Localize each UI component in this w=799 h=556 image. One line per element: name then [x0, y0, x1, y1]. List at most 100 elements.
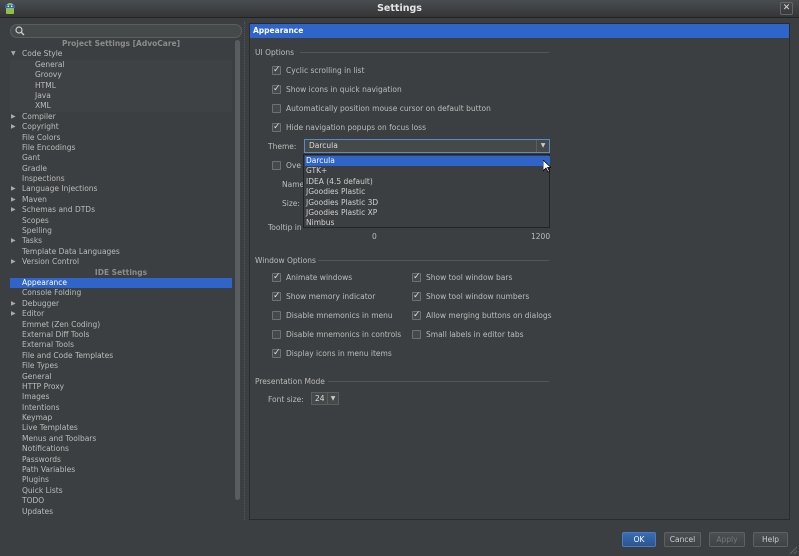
tree-item[interactable]: Template Data Languages [10, 247, 232, 257]
tree-item[interactable]: Notifications [10, 444, 232, 454]
chevron-down-icon[interactable]: ▼ [536, 140, 549, 152]
tree-item-label: Schemas and DTDs [22, 205, 95, 215]
tree-item[interactable]: File and Code Templates [10, 351, 232, 361]
checkbox-box[interactable]: ✓ [272, 84, 281, 94]
tree-item[interactable]: External Tools [10, 340, 232, 350]
expand-right-icon[interactable]: ▶ [11, 184, 16, 194]
presentation-font-size-select[interactable]: 24 ▼ [311, 392, 339, 405]
tree-item-label: Scopes [22, 215, 49, 225]
checkbox-box[interactable]: ✓ [272, 348, 281, 358]
tree-item[interactable]: File Types [10, 361, 232, 371]
theme-option[interactable]: JGoodies Plastic XP [305, 208, 550, 218]
tree-item[interactable]: Java [10, 90, 232, 102]
tree-item[interactable]: Scopes [10, 216, 232, 226]
tree-item[interactable]: HTML [10, 80, 232, 91]
chevron-down-icon[interactable]: ▼ [327, 393, 338, 404]
tree-item[interactable]: Passwords [10, 455, 232, 465]
expand-down-icon[interactable]: ▼ [11, 49, 16, 59]
checkbox-label: Show tool window numbers [426, 292, 530, 301]
tree-item[interactable]: Spelling [10, 226, 232, 236]
expand-right-icon[interactable]: ▶ [11, 195, 16, 205]
theme-option[interactable]: IDEA (4.5 default) [305, 177, 550, 187]
panel-splitter[interactable] [244, 22, 247, 520]
help-button[interactable]: Help [753, 532, 788, 547]
tree-item[interactable]: External Diff Tools [10, 330, 232, 340]
divider [328, 381, 549, 382]
close-button[interactable]: ✕ [780, 2, 793, 15]
expand-right-icon[interactable]: ▶ [11, 257, 16, 267]
tree-item[interactable]: ▶ Compiler [10, 112, 232, 122]
checkbox-box[interactable]: ✓ [272, 272, 281, 282]
expand-right-icon[interactable]: ▶ [11, 309, 16, 319]
tree-item[interactable]: Groovy [10, 70, 232, 81]
checkbox-label: Disable mnemonics in controls [286, 330, 402, 339]
checkbox-box[interactable] [412, 330, 421, 339]
tree-item[interactable]: Updates [10, 507, 232, 517]
checkbox-box[interactable] [272, 330, 281, 339]
checkbox-label: Show tool window bars [426, 273, 513, 282]
cancel-button[interactable]: Cancel [664, 532, 701, 547]
tree-item[interactable]: Quick Lists [10, 486, 232, 496]
tree-item[interactable]: General [10, 59, 232, 71]
theme-option[interactable]: JGoodies Plastic 3D [305, 198, 550, 208]
theme-value: Darcula [309, 141, 338, 150]
expand-right-icon[interactable]: ▶ [11, 205, 16, 215]
tree-item[interactable]: Intentions [10, 403, 232, 413]
tree-item[interactable]: ▶ Editor [10, 309, 232, 319]
tree-item[interactable]: Plugins [10, 475, 232, 485]
checkbox-box[interactable] [272, 311, 281, 320]
tree-item[interactable]: TODO [10, 496, 232, 506]
tree-item[interactable]: Gradle [10, 164, 232, 174]
theme-option[interactable]: Nimbus [305, 218, 550, 228]
tree-item[interactable]: Console Folding [10, 288, 232, 298]
tree-item[interactable]: HTTP Proxy [10, 382, 232, 392]
theme-option[interactable]: GTK+ [305, 166, 550, 176]
tree-item[interactable]: XML [10, 101, 232, 112]
resize-grip-icon[interactable] [789, 546, 797, 554]
expand-right-icon[interactable]: ▶ [11, 299, 16, 309]
tree-item[interactable]: File Encodings [10, 143, 232, 153]
checkbox-label: Cyclic scrolling in list [286, 66, 365, 75]
search-input[interactable] [10, 24, 242, 38]
checkbox-box[interactable]: ✓ [272, 291, 281, 301]
tree-item-label: General [22, 371, 52, 381]
theme-option[interactable]: Darcula [305, 156, 550, 167]
check-icon: ✓ [273, 348, 281, 358]
tree-item[interactable]: General [10, 372, 232, 382]
scrollbar-thumb[interactable] [235, 40, 240, 500]
tree-item[interactable]: Inspections [10, 174, 232, 184]
tree-item[interactable]: File Colors [10, 133, 232, 143]
tree-item-label: Compiler [22, 111, 56, 121]
checkbox-box[interactable]: ✓ [272, 122, 281, 132]
tree-item[interactable]: Appearance [10, 277, 232, 289]
tree-item[interactable]: ▶ Tasks [10, 236, 232, 246]
checkbox-box[interactable] [272, 161, 281, 170]
tree-item[interactable]: Gant [10, 153, 232, 163]
apply-button[interactable]: Apply [709, 532, 745, 547]
checkbox-box[interactable]: ✓ [412, 272, 421, 282]
theme-select[interactable]: Darcula ▼ [304, 139, 550, 153]
tree-item[interactable]: ▼ Code Style [10, 49, 232, 59]
tree-item[interactable]: ▶ Maven [10, 195, 232, 205]
tree-scrollbar[interactable] [234, 40, 241, 518]
theme-option[interactable]: JGoodies Plastic [305, 187, 550, 197]
expand-right-icon[interactable]: ▶ [11, 112, 16, 122]
tree-item[interactable]: Path Variables [10, 465, 232, 475]
tree-item[interactable]: Live Templates [10, 423, 232, 433]
tree-item[interactable]: ▶ Language Injections [10, 184, 232, 194]
tree-item[interactable]: Images [10, 392, 232, 402]
tree-item[interactable]: ▶ Copyright [10, 122, 232, 132]
ok-button[interactable]: OK [622, 532, 656, 547]
tree-item[interactable]: ▶ Schemas and DTDs [10, 205, 232, 215]
checkbox-box[interactable]: ✓ [412, 310, 421, 320]
expand-right-icon[interactable]: ▶ [11, 122, 16, 132]
checkbox-box[interactable] [272, 104, 281, 113]
tree-item[interactable]: ▶ Version Control [10, 257, 232, 267]
tree-item[interactable]: ▶ Debugger [10, 299, 232, 309]
tree-item[interactable]: Keymap [10, 413, 232, 423]
expand-right-icon[interactable]: ▶ [11, 236, 16, 246]
tree-item[interactable]: Menus and Toolbars [10, 434, 232, 444]
tree-item[interactable]: Emmet (Zen Coding) [10, 320, 232, 330]
checkbox-box[interactable]: ✓ [412, 291, 421, 301]
checkbox-box[interactable]: ✓ [272, 65, 281, 75]
